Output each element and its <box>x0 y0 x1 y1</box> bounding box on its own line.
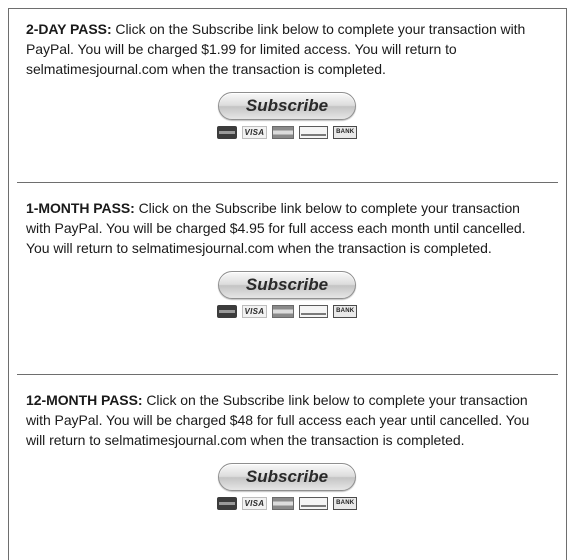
bank-icon: BANK <box>333 125 358 139</box>
subscribe-button[interactable]: Subscribe <box>218 463 356 491</box>
subscribe-button[interactable]: Subscribe <box>218 92 356 120</box>
subscription-panel: 2-DAY PASS: Click on the Subscribe link … <box>8 8 567 560</box>
pass-title: 2-DAY PASS: <box>26 21 112 37</box>
discover-icon <box>298 125 329 139</box>
pass-description: 1-MONTH PASS: Click on the Subscribe lin… <box>26 198 548 258</box>
amex-icon <box>272 496 294 510</box>
section-divider <box>17 374 558 375</box>
mastercard-icon <box>217 304 237 318</box>
pass-description: 12-MONTH PASS: Click on the Subscribe li… <box>26 390 548 450</box>
visa-icon: VISA <box>241 496 268 510</box>
visa-icon: VISA <box>241 304 268 318</box>
subscribe-area: Subscribe VISA BANK <box>217 463 358 511</box>
section-divider <box>17 182 558 183</box>
payment-cards: VISA BANK <box>217 495 358 511</box>
subscribe-area: Subscribe VISA BANK <box>217 92 358 140</box>
subscribe-button[interactable]: Subscribe <box>218 271 356 299</box>
visa-icon: VISA <box>241 125 268 139</box>
pass-section-12-month: 12-MONTH PASS: Click on the Subscribe li… <box>9 390 566 511</box>
discover-icon <box>298 496 329 510</box>
pass-section-2-day: 2-DAY PASS: Click on the Subscribe link … <box>9 19 566 140</box>
amex-icon <box>272 304 294 318</box>
amex-icon <box>272 125 294 139</box>
mastercard-icon <box>217 496 237 510</box>
payment-cards: VISA BANK <box>217 303 358 319</box>
pass-section-1-month: 1-MONTH PASS: Click on the Subscribe lin… <box>9 198 566 319</box>
subscribe-area: Subscribe VISA BANK <box>217 271 358 319</box>
pass-title: 12-MONTH PASS: <box>26 392 143 408</box>
bank-icon: BANK <box>333 304 358 318</box>
bank-icon: BANK <box>333 496 358 510</box>
mastercard-icon <box>217 125 237 139</box>
pass-description: 2-DAY PASS: Click on the Subscribe link … <box>26 19 548 79</box>
discover-icon <box>298 304 329 318</box>
pass-title: 1-MONTH PASS: <box>26 200 135 216</box>
payment-cards: VISA BANK <box>217 124 358 140</box>
